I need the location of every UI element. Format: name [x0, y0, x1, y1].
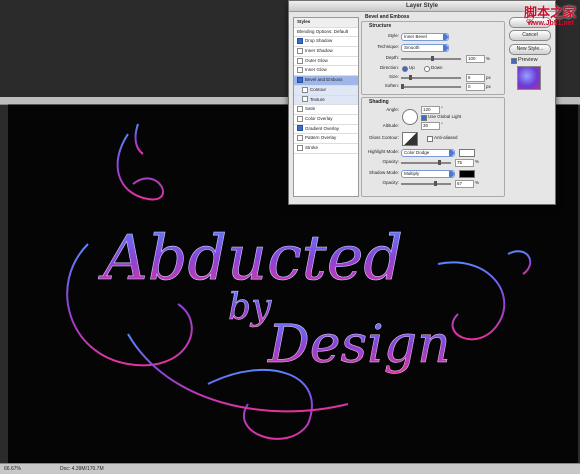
- hl-opacity-label: Opacity:: [382, 159, 399, 164]
- watermark-url: www.Jb51.net: [527, 20, 574, 27]
- art-line2: by: [228, 287, 272, 328]
- checkbox-icon[interactable]: [302, 86, 308, 93]
- altitude-label: Altitude:: [382, 123, 399, 128]
- style-texture[interactable]: Texture: [294, 95, 358, 106]
- style-drop-shadow[interactable]: Drop Shadow: [294, 37, 358, 48]
- checkbox-icon[interactable]: [297, 67, 303, 74]
- anti-aliased-label: Anti-aliased: [434, 135, 458, 140]
- checkbox-icon[interactable]: [297, 135, 303, 142]
- highlight-color-swatch[interactable]: [459, 149, 475, 157]
- styles-header[interactable]: Styles: [294, 18, 358, 28]
- global-light-checkbox[interactable]: [421, 115, 427, 121]
- direction-up-radio[interactable]: [402, 66, 408, 72]
- angle-unit: °: [441, 106, 443, 111]
- angle-label: Angle:: [386, 107, 399, 112]
- size-label: Size:: [388, 74, 399, 79]
- style-pattern-overlay[interactable]: Pattern Overlay: [294, 134, 358, 144]
- checkbox-icon[interactable]: [297, 57, 303, 64]
- global-light-label: Use Global Light: [428, 114, 462, 119]
- shadow-label: Shadow Mode:: [368, 170, 399, 175]
- style-inner-shadow[interactable]: Inner Shadow: [294, 47, 358, 57]
- slider-knob[interactable]: [401, 84, 404, 89]
- direction-down-label: Down: [431, 65, 443, 70]
- status-bar: 66.67% Doc: 4.39M/170.7M: [0, 463, 580, 474]
- checkbox-icon[interactable]: [297, 106, 303, 112]
- slider-knob[interactable]: [409, 75, 412, 80]
- shadow-color-swatch[interactable]: [459, 170, 475, 178]
- depth-label: Depth:: [385, 55, 399, 60]
- style-inner-glow[interactable]: Inner Glow: [294, 66, 358, 77]
- sh-opacity-label: Opacity:: [382, 180, 399, 185]
- gloss-label: Gloss Contour:: [368, 135, 399, 140]
- cancel-button[interactable]: Cancel: [509, 30, 551, 41]
- slider-knob[interactable]: [431, 56, 434, 61]
- angle-field[interactable]: 120: [421, 106, 440, 114]
- size-unit: px: [486, 75, 491, 80]
- styles-list: Styles Blending Options: Default Drop Sh…: [293, 17, 359, 197]
- style-label: Style:: [387, 33, 399, 38]
- checkbox-icon[interactable]: [297, 76, 303, 83]
- style-stroke[interactable]: Stroke: [294, 144, 358, 154]
- altitude-unit: °: [441, 122, 443, 127]
- angle-dial[interactable]: [402, 109, 418, 125]
- bevel-title: Bevel and Emboss: [365, 14, 410, 20]
- direction-up-label: Up: [409, 65, 415, 70]
- depth-slider[interactable]: [401, 56, 461, 61]
- blending-options[interactable]: Blending Options: Default: [294, 28, 358, 38]
- shading-title: Shading: [369, 99, 389, 105]
- sh-opacity-unit: %: [475, 180, 480, 185]
- technique-select[interactable]: Smooth: [401, 44, 449, 52]
- depth-unit: %: [486, 56, 491, 61]
- preview-swatch: [517, 66, 541, 90]
- hl-opacity-slider[interactable]: [401, 160, 451, 165]
- hl-opacity-field[interactable]: 75: [455, 159, 474, 167]
- style-outer-glow[interactable]: Outer Glow: [294, 57, 358, 67]
- size-field[interactable]: 6: [466, 74, 485, 82]
- checkbox-icon[interactable]: [302, 96, 308, 103]
- art-line1: Abducted: [98, 221, 403, 294]
- checkbox-icon[interactable]: [297, 47, 303, 54]
- dialog-title: Layer Style: [289, 1, 555, 12]
- size-slider[interactable]: [401, 75, 461, 80]
- style-select[interactable]: Inner Bevel: [401, 33, 449, 41]
- soften-field[interactable]: 0: [466, 83, 485, 91]
- style-bevel-emboss[interactable]: Bevel and Emboss: [294, 76, 358, 86]
- checkbox-icon[interactable]: [297, 125, 303, 132]
- style-contour[interactable]: Contour: [294, 85, 358, 96]
- style-gradient-overlay[interactable]: Gradient Overlay: [294, 125, 358, 135]
- direction-label: Direction:: [379, 65, 399, 70]
- depth-field[interactable]: 100: [466, 55, 485, 63]
- highlight-label: Highlight Mode:: [367, 149, 399, 154]
- sh-opacity-slider[interactable]: [401, 181, 451, 186]
- preview-checkbox[interactable]: [511, 58, 517, 64]
- hl-opacity-unit: %: [475, 159, 480, 164]
- checkbox-icon[interactable]: [297, 115, 303, 122]
- slider-knob[interactable]: [434, 181, 437, 186]
- style-color-overlay[interactable]: Color Overlay: [294, 115, 358, 125]
- shadow-select[interactable]: Multiply: [401, 170, 455, 178]
- checkbox-icon[interactable]: [297, 144, 303, 151]
- technique-label: Technique:: [377, 44, 399, 49]
- style-satin[interactable]: Satin: [294, 105, 358, 115]
- direction-down-radio[interactable]: [424, 66, 430, 72]
- layer-style-dialog: Layer Style Styles Blending Options: Def…: [288, 0, 556, 205]
- altitude-field[interactable]: 30: [421, 122, 440, 130]
- checkbox-icon[interactable]: [297, 38, 303, 45]
- sh-opacity-field[interactable]: 67: [455, 180, 474, 188]
- soften-unit: px: [486, 84, 491, 89]
- anti-aliased-checkbox[interactable]: [427, 136, 433, 142]
- soften-label: Soften:: [384, 83, 399, 88]
- new-style-button[interactable]: New Style...: [509, 44, 551, 55]
- gloss-contour-icon[interactable]: [402, 132, 418, 146]
- soften-slider[interactable]: [401, 84, 461, 89]
- art-line3: Design: [267, 315, 451, 375]
- structure-title: Structure: [369, 23, 392, 29]
- preview-label: Preview: [518, 57, 538, 63]
- watermark-text: 脚本之家: [523, 6, 576, 21]
- highlight-select[interactable]: Color Dodge: [401, 149, 455, 157]
- slider-knob[interactable]: [438, 160, 441, 165]
